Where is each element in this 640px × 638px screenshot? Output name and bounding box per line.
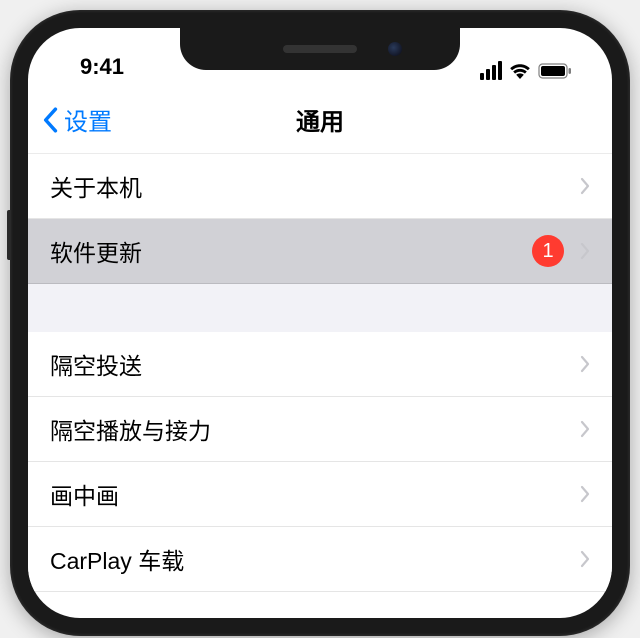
phone-frame: 9:41 设置 <box>10 10 630 636</box>
chevron-right-icon <box>580 420 590 438</box>
row-about[interactable]: 关于本机 <box>28 154 612 219</box>
row-airplay-handoff[interactable]: 隔空播放与接力 <box>28 397 612 462</box>
row-software-update[interactable]: 软件更新 1 <box>28 219 612 284</box>
chevron-right-icon <box>580 177 590 195</box>
screen: 9:41 设置 <box>28 28 612 618</box>
chevron-right-icon <box>580 485 590 503</box>
row-carplay[interactable]: CarPlay 车载 <box>28 527 612 592</box>
row-label: 关于本机 <box>50 169 580 203</box>
notch <box>180 28 460 70</box>
back-button[interactable]: 设置 <box>28 102 112 137</box>
chevron-right-icon <box>580 550 590 568</box>
notification-badge: 1 <box>532 235 564 267</box>
row-pip[interactable]: 画中画 <box>28 462 612 527</box>
chevron-right-icon <box>580 355 590 373</box>
cellular-icon <box>480 61 502 80</box>
list-group-1: 关于本机 软件更新 1 <box>28 154 612 284</box>
row-label: 软件更新 <box>50 234 532 268</box>
list-gap <box>28 284 612 332</box>
row-label: 画中画 <box>50 477 580 511</box>
row-airdrop[interactable]: 隔空投送 <box>28 332 612 397</box>
row-label: CarPlay 车载 <box>50 542 580 576</box>
status-indicators <box>480 61 584 80</box>
wifi-icon <box>509 63 531 79</box>
status-time: 9:41 <box>56 54 124 80</box>
list-group-2: 隔空投送 隔空播放与接力 画中画 CarPlay 车载 <box>28 332 612 592</box>
chevron-left-icon <box>42 107 58 133</box>
row-label: 隔空投送 <box>50 347 580 381</box>
row-label: 隔空播放与接力 <box>50 412 580 446</box>
back-label: 设置 <box>64 102 112 137</box>
front-camera <box>388 42 402 56</box>
speaker <box>283 45 357 53</box>
side-button <box>7 210 11 260</box>
nav-bar: 设置 通用 <box>28 86 612 154</box>
battery-icon <box>538 63 572 79</box>
chevron-right-icon <box>580 242 590 260</box>
page-title: 通用 <box>296 102 344 137</box>
